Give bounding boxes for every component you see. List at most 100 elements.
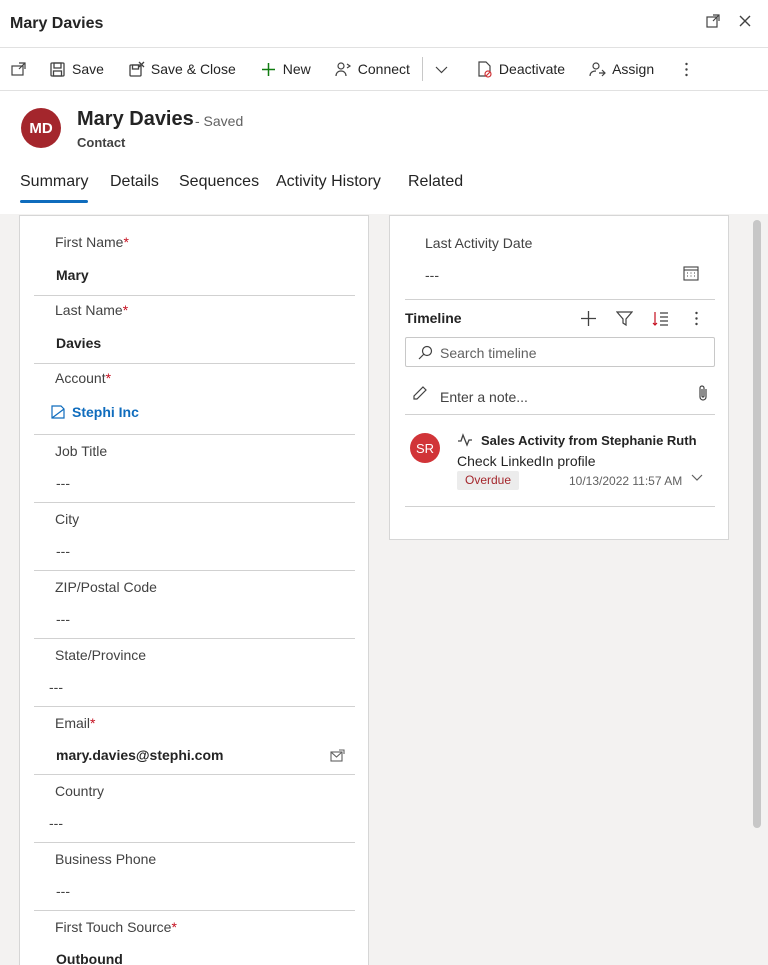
window-title: Mary Davies bbox=[10, 14, 104, 32]
last-name-field[interactable]: Last Name* Davies bbox=[34, 296, 355, 364]
state-field[interactable]: State/Province --- bbox=[34, 639, 355, 707]
city-label: City bbox=[55, 511, 80, 527]
search-placeholder: Search timeline bbox=[440, 345, 537, 361]
deactivate-icon bbox=[478, 60, 492, 78]
open-in-new-window-button[interactable] bbox=[10, 61, 27, 78]
save-close-button[interactable]: Save & Close bbox=[128, 61, 236, 78]
activity-icon bbox=[458, 433, 472, 447]
deactivate-button[interactable]: Deactivate bbox=[476, 60, 566, 78]
add-icon[interactable] bbox=[580, 310, 597, 327]
attachment-icon[interactable] bbox=[697, 384, 709, 402]
first-name-field[interactable]: First Name* Mary bbox=[34, 216, 355, 296]
search-timeline-input[interactable]: Search timeline bbox=[405, 337, 715, 367]
chevron-down-icon[interactable] bbox=[691, 473, 703, 483]
timeline-title: Timeline bbox=[405, 310, 462, 326]
activity-subtitle: Check LinkedIn profile bbox=[457, 453, 596, 469]
city-value[interactable]: --- bbox=[56, 543, 70, 559]
filter-icon[interactable] bbox=[616, 310, 633, 327]
zip-field[interactable]: ZIP/Postal Code --- bbox=[34, 571, 355, 639]
country-value[interactable]: --- bbox=[49, 815, 63, 831]
timeline-item[interactable]: SR Sales Activity from Stephanie Ruth Ch… bbox=[405, 421, 715, 507]
deactivate-label: Deactivate bbox=[498, 61, 566, 77]
open-new-window-icon bbox=[11, 61, 26, 76]
note-input[interactable]: Enter a note... bbox=[440, 389, 528, 405]
required-marker: * bbox=[171, 919, 177, 935]
record-header: MD Mary Davies - Saved Contact bbox=[0, 91, 768, 162]
new-button[interactable]: New bbox=[260, 61, 311, 78]
country-field[interactable]: Country --- bbox=[34, 775, 355, 843]
city-field[interactable]: City --- bbox=[34, 503, 355, 571]
first-name-value[interactable]: Mary bbox=[56, 267, 89, 283]
tab-summary[interactable]: Summary bbox=[20, 173, 89, 203]
connect-label: Connect bbox=[357, 61, 410, 77]
command-bar: Save Save & Close New Connect Deactivate… bbox=[0, 48, 768, 91]
more-connect-dropdown[interactable] bbox=[433, 61, 450, 78]
job-title-label: Job Title bbox=[55, 443, 108, 459]
account-link[interactable]: Stephi Inc bbox=[72, 404, 139, 420]
assign-label: Assign bbox=[612, 61, 655, 77]
save-label: Save bbox=[72, 61, 104, 77]
state-value[interactable]: --- bbox=[49, 679, 63, 695]
more-vertical-icon[interactable] bbox=[688, 310, 705, 327]
send-email-icon[interactable] bbox=[330, 749, 345, 762]
summary-fields-card: First Name* Mary Last Name* Davies Accou… bbox=[19, 215, 369, 965]
title-bar: Mary Davies bbox=[0, 0, 768, 48]
tab-sequences[interactable]: Sequences bbox=[179, 173, 259, 191]
zip-label: ZIP/Postal Code bbox=[55, 579, 157, 595]
required-marker: * bbox=[123, 234, 129, 250]
first-name-label: First Name bbox=[55, 234, 124, 250]
connect-icon bbox=[335, 61, 351, 76]
required-marker: * bbox=[122, 302, 129, 318]
close-icon[interactable] bbox=[738, 14, 752, 30]
assign-button[interactable]: Assign bbox=[589, 61, 654, 78]
first-touch-source-field[interactable]: First Touch Source* Outbound bbox=[34, 911, 355, 965]
activity-title: Sales Activity from Stephanie Ruth bbox=[481, 433, 697, 448]
business-phone-field[interactable]: Business Phone --- bbox=[34, 843, 355, 911]
tab-activity-history[interactable]: Activity History bbox=[276, 173, 381, 191]
account-field[interactable]: Account* Stephi Inc bbox=[34, 364, 355, 435]
form-content: First Name* Mary Last Name* Davies Accou… bbox=[0, 214, 768, 965]
new-label: New bbox=[282, 61, 311, 77]
last-activity-label: Last Activity Date bbox=[425, 235, 533, 251]
more-commands-button[interactable] bbox=[678, 61, 695, 78]
sort-icon[interactable] bbox=[652, 310, 669, 327]
tab-related[interactable]: Related bbox=[408, 173, 463, 191]
calendar-icon[interactable] bbox=[683, 265, 699, 281]
save-close-icon bbox=[129, 61, 145, 77]
job-title-value[interactable]: --- bbox=[56, 475, 70, 491]
required-marker: * bbox=[105, 370, 112, 386]
record-name: Mary Davies bbox=[77, 108, 194, 130]
save-button[interactable]: Save bbox=[49, 61, 104, 78]
tab-details[interactable]: Details bbox=[110, 173, 159, 191]
assign-icon bbox=[589, 61, 606, 76]
expand-icon[interactable] bbox=[706, 14, 720, 30]
first-touch-source-label: First Touch Source bbox=[55, 919, 172, 935]
country-label: Country bbox=[55, 783, 105, 799]
avatar: MD bbox=[21, 108, 61, 148]
account-label: Account bbox=[55, 370, 106, 386]
save-status: - Saved bbox=[195, 113, 244, 129]
zip-value[interactable]: --- bbox=[56, 611, 70, 627]
first-touch-source-value[interactable]: Outbound bbox=[56, 951, 123, 965]
last-activity-value[interactable]: --- bbox=[425, 267, 439, 283]
entity-type: Contact bbox=[77, 135, 126, 150]
last-name-value[interactable]: Davies bbox=[56, 335, 101, 351]
connect-button[interactable]: Connect bbox=[335, 61, 410, 78]
business-phone-value[interactable]: --- bbox=[56, 883, 70, 899]
save-icon bbox=[50, 61, 65, 77]
job-title-field[interactable]: Job Title --- bbox=[34, 435, 355, 503]
divider bbox=[405, 299, 715, 300]
timeline-card: Last Activity Date --- Timeline Search t… bbox=[389, 215, 729, 540]
last-name-label: Last Name bbox=[55, 302, 123, 318]
email-value[interactable]: mary.davies@stephi.com bbox=[56, 747, 223, 763]
state-label: State/Province bbox=[55, 647, 147, 663]
scrollbar[interactable] bbox=[753, 220, 761, 828]
account-icon bbox=[51, 405, 65, 419]
plus-icon bbox=[261, 62, 275, 76]
email-field[interactable]: Email* mary.davies@stephi.com bbox=[34, 707, 355, 775]
required-marker: * bbox=[90, 715, 96, 731]
save-close-label: Save & Close bbox=[150, 61, 236, 77]
more-vertical-icon bbox=[685, 62, 688, 76]
tab-list: Summary Details Sequences Activity Histo… bbox=[0, 162, 768, 203]
divider bbox=[405, 414, 715, 415]
